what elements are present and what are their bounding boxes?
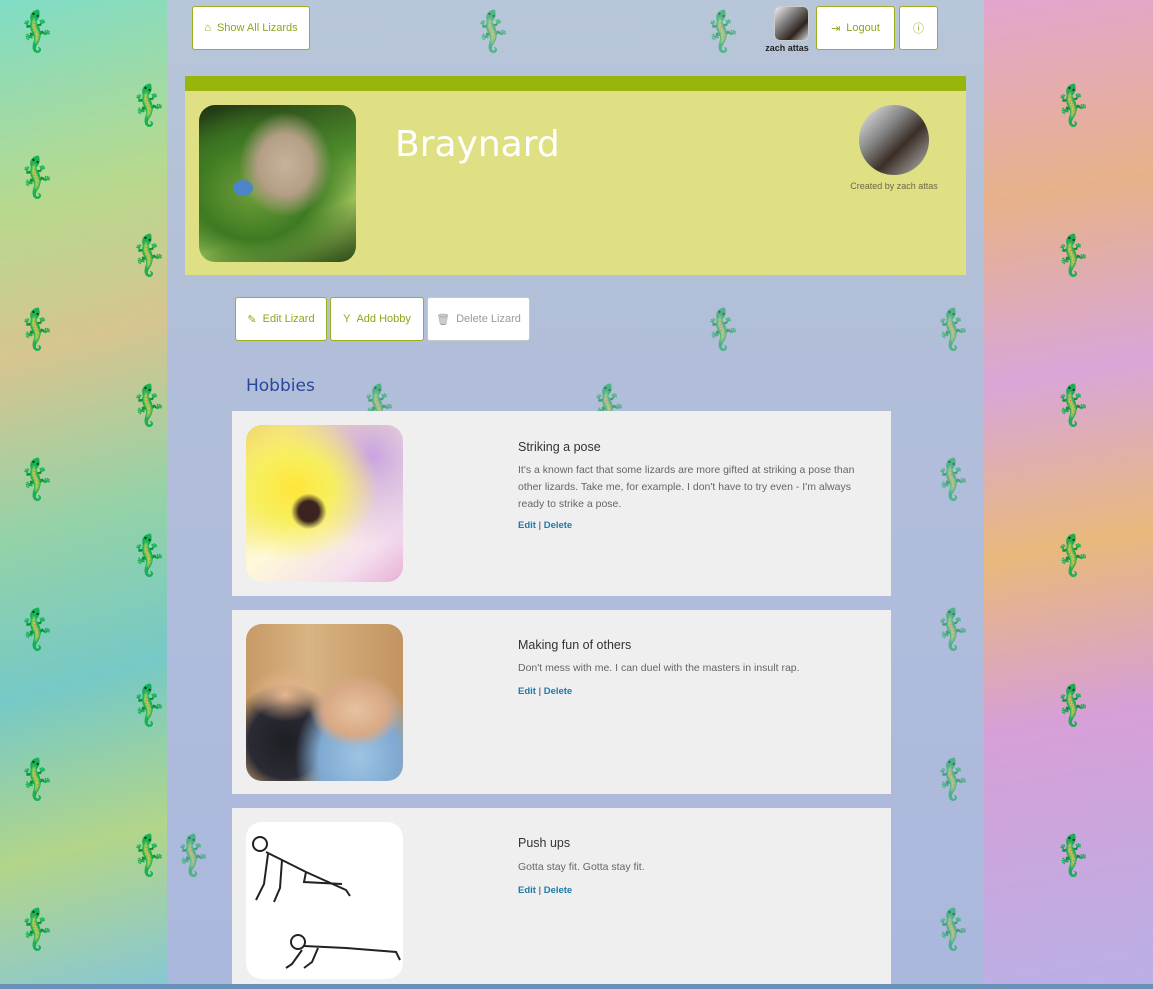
hobby-name: Making fun of others xyxy=(518,638,632,652)
hobby-image xyxy=(246,425,403,582)
push-up-illustration xyxy=(252,836,401,969)
hobby-actions: Edit | Delete xyxy=(518,686,572,697)
hobby-image xyxy=(246,822,403,979)
home-icon: ⌂ xyxy=(204,22,211,34)
lizard-tongue xyxy=(233,180,253,196)
hobbies-heading: Hobbies xyxy=(246,376,315,396)
show-all-lizards-button[interactable]: ⌂ Show All Lizards xyxy=(192,6,310,50)
user-avatar[interactable] xyxy=(774,6,809,41)
hobby-name: Striking a pose xyxy=(518,440,601,454)
hobby-description: Don't mess with me. I can duel with the … xyxy=(518,662,800,674)
hobby-edit-link[interactable]: Edit xyxy=(518,885,536,896)
creator-avatar xyxy=(859,105,929,175)
window-bottom-bar xyxy=(0,984,1153,989)
edit-lizard-label: Edit Lizard xyxy=(262,313,315,325)
lizard-name: Braynard xyxy=(395,124,560,165)
edit-lizard-button[interactable]: ✎ Edit Lizard xyxy=(235,297,327,341)
hobby-card: Making fun of others Don't mess with me.… xyxy=(232,610,891,794)
delete-lizard-button[interactable]: 🗑 Delete Lizard xyxy=(427,297,530,341)
hobby-description: Gotta stay fit. Gotta stay fit. xyxy=(518,861,645,873)
hobby-delete-link[interactable]: Delete xyxy=(544,885,573,896)
lizard-photo xyxy=(199,105,356,262)
pencil-icon: ✎ xyxy=(247,313,257,326)
hobby-image xyxy=(246,624,403,781)
hobby-card: Striking a pose It's a known fact that s… xyxy=(232,411,891,596)
hobby-description: It's a known fact that some lizards are … xyxy=(518,464,855,510)
hobby-actions: Edit | Delete xyxy=(518,520,572,531)
profile-accent-bar xyxy=(185,76,966,91)
hobby-edit-link[interactable]: Edit xyxy=(518,520,536,531)
info-icon: ⓘ xyxy=(913,23,924,35)
logout-button[interactable]: ⇥ Logout xyxy=(816,6,895,50)
hobby-actions: Edit | Delete xyxy=(518,885,572,896)
hobby-edit-link[interactable]: Edit xyxy=(518,686,536,697)
add-hobby-button[interactable]: Y Add Hobby xyxy=(330,297,424,341)
add-hobby-label: Add Hobby xyxy=(356,313,411,325)
hobby-delete-link[interactable]: Delete xyxy=(544,686,573,697)
hobby-name: Push ups xyxy=(518,836,571,850)
show-all-lizards-label: Show All Lizards xyxy=(216,22,298,34)
lizard-profile: Braynard Created by zach attas xyxy=(185,91,966,275)
hobby-card: Push ups Gotta stay fit. Gotta stay fit.… xyxy=(232,808,891,984)
info-button[interactable]: ⓘ xyxy=(899,6,938,50)
user-name: zach attas xyxy=(765,43,809,53)
delete-lizard-label: Delete Lizard xyxy=(456,313,521,325)
hobby-delete-link[interactable]: Delete xyxy=(544,520,573,531)
logout-icon: ⇥ xyxy=(831,22,841,35)
logout-label: Logout xyxy=(846,22,880,34)
trash-icon: 🗑 xyxy=(436,313,451,326)
created-by-label: Created by zach attas xyxy=(850,181,938,191)
cocktail-icon: Y xyxy=(343,313,351,325)
